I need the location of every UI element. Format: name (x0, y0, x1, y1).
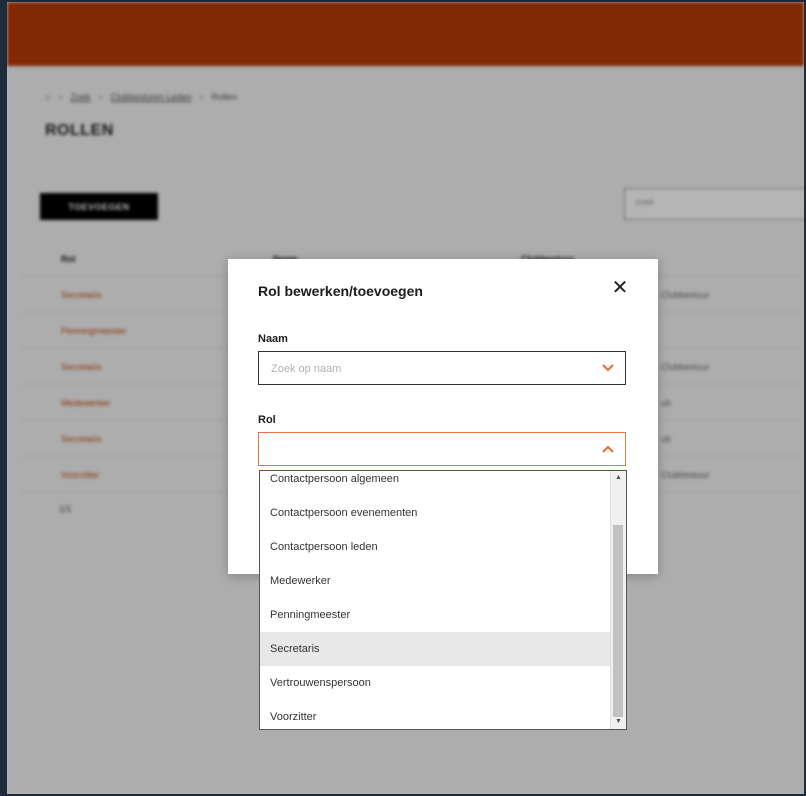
close-icon: ✕ (611, 277, 629, 299)
naam-input[interactable] (269, 352, 593, 386)
app-frame: ⌂ › Zoek › Clubbesturen Leden › Rollen R… (0, 0, 806, 796)
scroll-down-arrow-icon[interactable]: ▼ (611, 715, 626, 729)
dialog-title: Rol bewerken/toevoegen (258, 283, 423, 299)
scroll-up-arrow-icon[interactable]: ▲ (611, 471, 626, 485)
option-medewerker[interactable]: Medewerker (260, 564, 611, 598)
option-secretaris[interactable]: Secretaris (260, 632, 611, 666)
naam-select[interactable] (258, 351, 626, 386)
chevron-down-icon[interactable] (601, 362, 615, 374)
option-voorzitter[interactable]: Voorzitter (260, 700, 611, 729)
option-contactpersoon-leden[interactable]: Contactpersoon leden (260, 530, 611, 564)
dropdown-scrollbar[interactable]: ▲ ▼ (610, 471, 626, 729)
option-vertrouwenspersoon[interactable]: Vertrouwenspersoon (260, 666, 611, 700)
window-border (0, 0, 7, 796)
chevron-up-icon[interactable] (601, 443, 615, 455)
naam-label: Naam (258, 333, 288, 345)
close-button[interactable]: ✕ (608, 276, 632, 300)
option-contactpersoon-evenementen[interactable]: Contactpersoon evenementen (260, 496, 611, 530)
option-list: Contactpersoon algemeen Contactpersoon e… (260, 471, 611, 729)
rol-select[interactable] (258, 432, 626, 466)
option-contactpersoon-algemeen[interactable]: Contactpersoon algemeen (260, 471, 611, 496)
window-border (0, 0, 806, 2)
option-penningmeester[interactable]: Penningmeester (260, 598, 611, 632)
scrollbar-thumb[interactable] (613, 525, 623, 717)
rol-label: Rol (258, 414, 276, 426)
rol-dropdown-list: Contactpersoon algemeen Contactpersoon e… (259, 470, 627, 730)
